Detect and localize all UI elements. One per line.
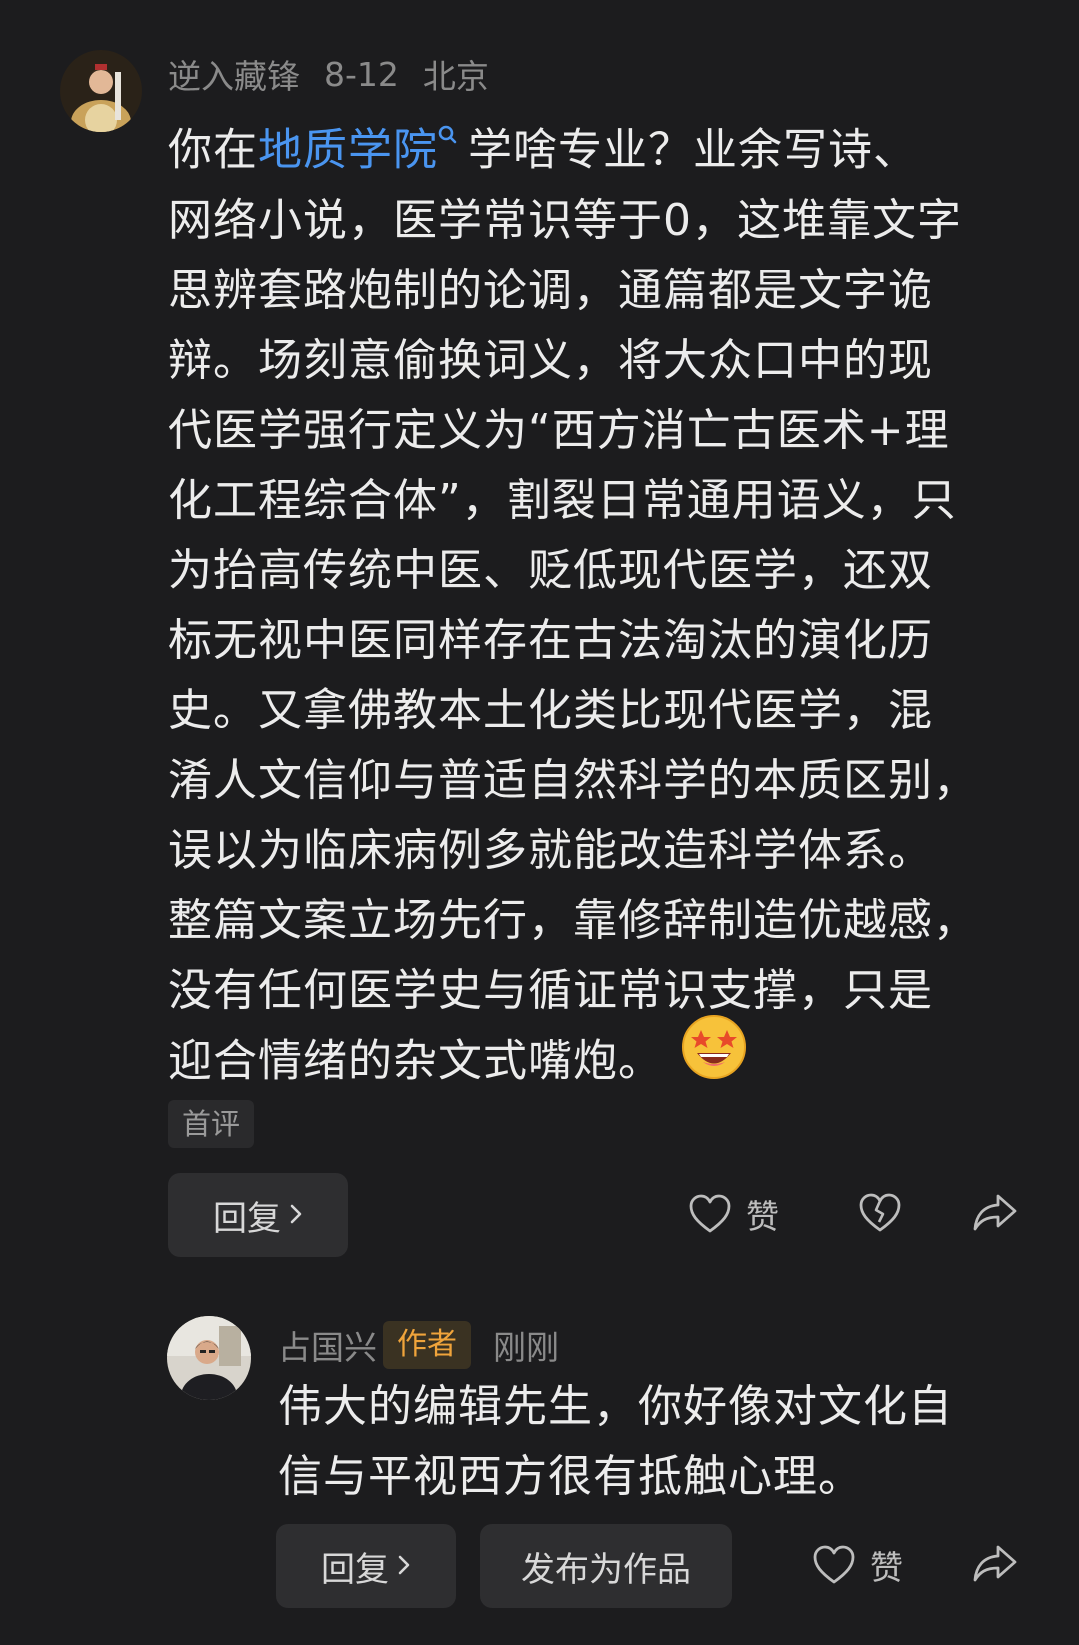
- reply-like-button[interactable]: 赞: [812, 1541, 903, 1589]
- comment-body-line: 思辨套路炮制的论调，通篇都是文字诡: [168, 264, 933, 316]
- first-comment-tag: 首评: [168, 1100, 255, 1148]
- comment-body-line: 代医学强行定义为“西方消亡古医术+理: [168, 404, 950, 456]
- chevron-right-icon: [289, 1195, 303, 1235]
- geology-college-link[interactable]: 地质学院: [258, 125, 438, 176]
- comment-body-text: 学啥专业？业余写诗、: [468, 124, 918, 176]
- reply-meta: 占国兴 作者 刚刚: [278, 1320, 559, 1370]
- comment-body-line: 误以为临床病例多就能改造科学体系。: [168, 824, 933, 876]
- like-button[interactable]: 赞: [688, 1190, 779, 1238]
- author-badge: 作者: [383, 1321, 471, 1369]
- search-icon[interactable]: [438, 100, 458, 170]
- broken-heart-icon: [858, 1192, 902, 1234]
- comment-body-line: 辩。场刻意偷换词义，将大众口中的现: [168, 334, 933, 386]
- commenter-avatar[interactable]: [60, 50, 142, 132]
- publish-as-work-button[interactable]: 发布为作品: [480, 1524, 732, 1608]
- comment-body-line: 化工程综合体”，割裂日常通用语义，只: [168, 474, 957, 526]
- comment-body-line: 标无视中医同样存在古法淘汰的演化历: [168, 614, 933, 666]
- reply-author-username[interactable]: 占国兴: [278, 1321, 377, 1369]
- comment-date: 8-12: [324, 54, 399, 94]
- reply-button-label: 回复: [213, 1198, 281, 1239]
- comment-meta: 逆入藏锋 8-12 北京: [168, 50, 489, 98]
- reply-body: 伟大的编辑先生，你好像对文化自 信与平视西方很有抵触心理。: [278, 1372, 1068, 1512]
- comment-body-text: 迎合情绪的杂文式嘴炮。: [168, 1035, 663, 1087]
- comment-location: 北京: [422, 57, 489, 96]
- share-button[interactable]: [972, 1192, 1018, 1232]
- reply-share-button[interactable]: [972, 1543, 1018, 1583]
- comment-body: 你在地质学院 学啥专业？业余写诗、 网络小说，医学常识等于0，这堆靠文字 思辨套路…: [168, 100, 1028, 1101]
- like-label: 赞: [870, 1548, 903, 1587]
- comment-body-line: 整篇文案立场先行，靠修辞制造优越感，: [168, 894, 978, 946]
- comment-body-text: 你在: [168, 124, 258, 176]
- comment-body-line: 没有任何医学史与循证常识支撑，只是: [168, 964, 933, 1016]
- reply-body-line: 信与平视西方很有抵触心理。: [278, 1451, 863, 1502]
- share-arrow-icon: [972, 1192, 1018, 1232]
- like-label: 赞: [746, 1197, 779, 1236]
- commenter-username[interactable]: 逆入藏锋: [168, 50, 300, 98]
- heart-icon: [688, 1193, 732, 1235]
- reply-button[interactable]: 回复: [168, 1173, 348, 1257]
- reply-author-avatar[interactable]: [167, 1316, 251, 1400]
- comment-body-line: 你在地质学院 学啥专业？业余写诗、: [168, 100, 1028, 186]
- reply-time: 刚刚: [493, 1328, 559, 1367]
- star-struck-emoji-icon: [681, 1014, 747, 1101]
- comment-body-line: 为抬高传统中医、贬低现代医学，还双: [168, 544, 933, 596]
- share-arrow-icon: [972, 1543, 1018, 1583]
- reply-to-reply-button[interactable]: 回复: [276, 1524, 456, 1608]
- comment-body-line: 网络小说，医学常识等于0，这堆靠文字: [168, 194, 962, 246]
- reply-body-line: 伟大的编辑先生，你好像对文化自: [278, 1381, 953, 1432]
- comment-body-line: 史。又拿佛教本土化类比现代医学，混: [168, 684, 933, 736]
- reply-button-label: 回复: [321, 1549, 389, 1590]
- chevron-right-icon: [397, 1546, 411, 1586]
- comment-body-line: 淆人文信仰与普适自然科学的本质区别，: [168, 754, 978, 806]
- heart-icon: [812, 1544, 856, 1586]
- comment-body-line: 迎合情绪的杂文式嘴炮。: [168, 1014, 1028, 1101]
- dislike-button[interactable]: [858, 1192, 902, 1234]
